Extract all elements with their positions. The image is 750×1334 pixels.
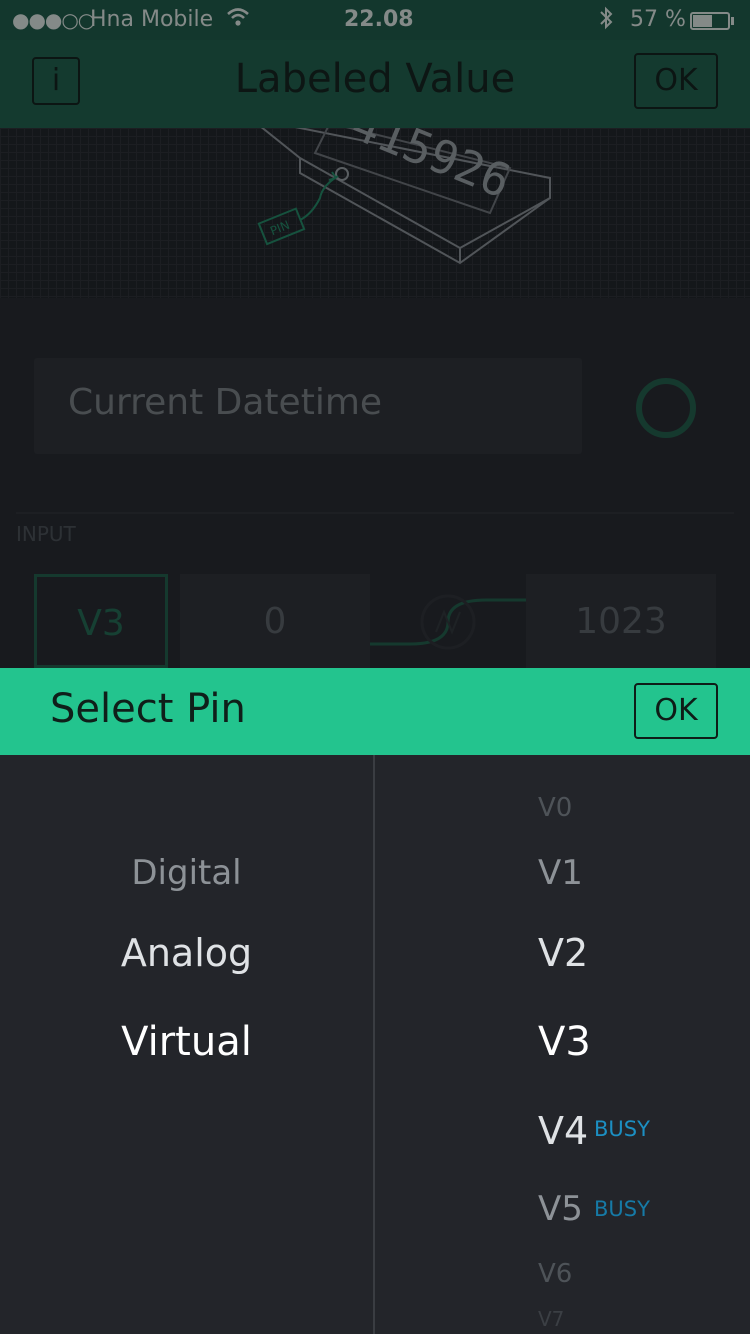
pin-option-v6[interactable]: V6 <box>538 1259 572 1289</box>
pin-option-v7[interactable]: V7 <box>538 1307 564 1327</box>
pin-option-v1[interactable]: V1 <box>538 853 583 893</box>
type-option-digital[interactable]: Digital <box>0 853 373 893</box>
pin-option-v5[interactable]: V5 <box>538 1189 583 1229</box>
picker-divider <box>373 755 375 1334</box>
pin-picker: Digital Analog Virtual V0 V1 V2 V3 V4 BU… <box>0 755 750 1334</box>
busy-badge-v5: BUSY <box>594 1197 650 1221</box>
screen: ●●●○○ Hna Mobile 22.08 57 % i Labeled Va… <box>0 0 750 1334</box>
busy-badge-v4: BUSY <box>594 1117 650 1141</box>
pin-option-v3[interactable]: V3 <box>538 1019 591 1065</box>
modal-dim-overlay[interactable] <box>0 0 750 668</box>
pin-option-v2[interactable]: V2 <box>538 931 588 975</box>
type-option-analog[interactable]: Analog <box>0 931 373 975</box>
pin-option-v4[interactable]: V4 <box>538 1109 588 1153</box>
select-pin-title: Select Pin <box>50 686 246 732</box>
type-option-virtual[interactable]: Virtual <box>0 1019 373 1065</box>
pin-option-v0[interactable]: V0 <box>538 793 572 823</box>
select-pin-header: Select Pin OK <box>0 668 750 755</box>
select-pin-ok-button[interactable]: OK <box>634 683 718 739</box>
